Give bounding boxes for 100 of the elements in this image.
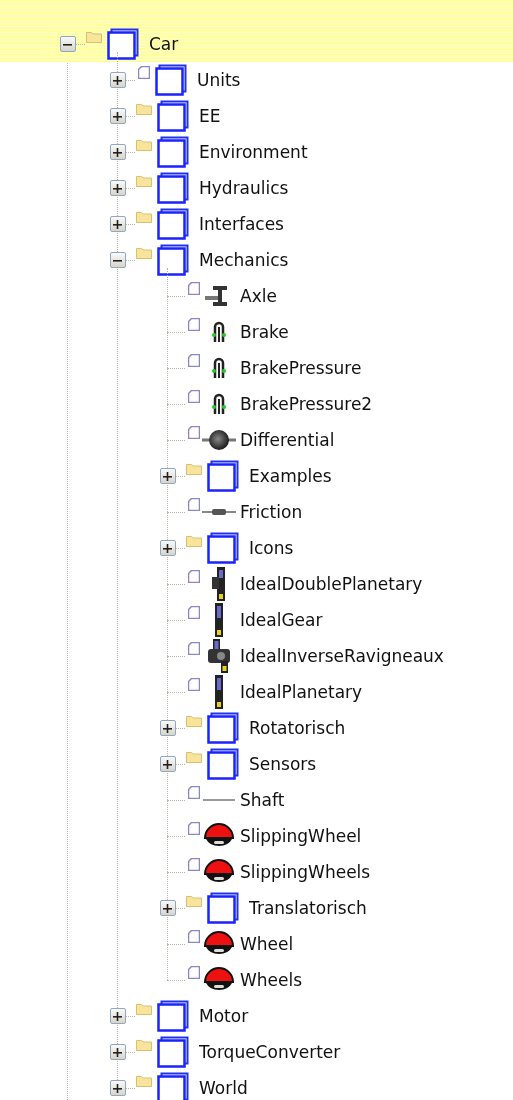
sphere-icon — [202, 428, 236, 452]
tree-row[interactable]: SlippingWheel — [159, 818, 513, 854]
package-icon — [207, 748, 239, 780]
tree-row[interactable]: SlippingWheels — [159, 854, 513, 890]
plus-icon — [163, 759, 172, 769]
tree-row[interactable]: Environment — [109, 134, 513, 170]
expand-toggle[interactable] — [159, 540, 176, 556]
plus-icon — [163, 903, 172, 913]
item-label: Wheel — [240, 934, 294, 954]
item-label: Wheels — [240, 970, 303, 990]
package-icon — [157, 1072, 189, 1100]
tree-row[interactable]: Wheels — [159, 962, 513, 998]
item-label: Hydraulics — [199, 178, 289, 198]
gear-block-icon — [208, 639, 230, 673]
expand-toggle[interactable] — [109, 1044, 126, 1060]
item-label: Motor — [199, 1006, 249, 1026]
package-icon — [207, 712, 239, 744]
item-label: IdealInverseRavigneaux — [240, 646, 444, 666]
item-label: Interfaces — [199, 214, 284, 234]
tree-row[interactable]: Differential — [159, 422, 513, 458]
expand-toggle[interactable] — [159, 720, 176, 736]
package-icon — [207, 532, 239, 564]
expand-toggle[interactable] — [109, 216, 126, 232]
tree-row[interactable]: BrakePressure2 — [159, 386, 513, 422]
gear-bar-icon — [214, 603, 224, 637]
tree-row[interactable]: Units — [109, 62, 513, 98]
item-label: SlippingWheels — [240, 862, 371, 882]
package-icon — [157, 208, 189, 240]
tree-row[interactable]: Brake — [159, 314, 513, 350]
item-label: Car — [149, 34, 179, 54]
tree-row[interactable]: BrakePressure — [159, 350, 513, 386]
tree-row[interactable]: Wheel — [159, 926, 513, 962]
package-icon — [157, 172, 189, 204]
tree-row[interactable]: Interfaces — [109, 206, 513, 242]
package-icon — [157, 100, 189, 132]
item-label: Mechanics — [199, 250, 289, 270]
item-label: Differential — [240, 430, 335, 450]
tree-row[interactable]: Rotatorisch — [159, 710, 513, 746]
brake-icon — [212, 393, 226, 415]
item-label: Axle — [240, 286, 277, 306]
friction-icon — [202, 507, 236, 517]
item-label: IdealDoublePlanetary — [240, 574, 423, 594]
item-label: BrakePressure2 — [240, 394, 373, 414]
collapse-toggle[interactable] — [109, 252, 126, 268]
item-label: Environment — [199, 142, 308, 162]
expand-toggle[interactable] — [159, 468, 176, 484]
package-icon — [207, 892, 239, 924]
tree-row[interactable]: Car — [0, 0, 513, 62]
plus-icon — [113, 75, 122, 85]
tree-row[interactable]: IdealGear — [159, 602, 513, 638]
tree-row[interactable]: World — [109, 1070, 513, 1100]
tree-row[interactable]: Mechanics — [109, 242, 513, 278]
tree-row[interactable]: TorqueConverter — [109, 1034, 513, 1070]
plus-icon — [163, 543, 172, 553]
package-icon — [207, 460, 239, 492]
expand-toggle[interactable] — [109, 1080, 126, 1096]
brake-icon — [212, 321, 226, 343]
tree-row[interactable]: Examples — [159, 458, 513, 494]
tree-row[interactable]: EE — [109, 98, 513, 134]
tree-row[interactable]: IdealDoublePlanetary — [159, 566, 513, 602]
item-label: Brake — [240, 322, 289, 342]
tree-row[interactable]: Sensors — [159, 746, 513, 782]
item-label: Units — [197, 70, 241, 90]
tree-row[interactable]: Translatorisch — [159, 890, 513, 926]
expand-toggle[interactable] — [109, 144, 126, 160]
plus-icon — [163, 471, 172, 481]
item-label: IdealPlanetary — [240, 682, 363, 702]
tree-row[interactable]: Axle — [159, 278, 513, 314]
tree-row[interactable]: Hydraulics — [109, 170, 513, 206]
tree-row[interactable]: Friction — [159, 494, 513, 530]
tree-row[interactable]: Icons — [159, 530, 513, 566]
shaft-icon — [203, 798, 235, 802]
tree-row[interactable]: IdealInverseRavigneaux — [159, 638, 513, 674]
item-label: World — [199, 1078, 248, 1098]
collapse-toggle[interactable] — [59, 36, 76, 52]
tree-row[interactable]: Shaft — [159, 782, 513, 818]
plus-icon — [113, 147, 122, 157]
gear-bar-icon — [214, 675, 224, 709]
package-icon — [157, 1000, 189, 1032]
expand-toggle[interactable] — [109, 72, 126, 88]
package-icon — [107, 28, 139, 60]
tree-row[interactable]: IdealPlanetary — [159, 674, 513, 710]
tree-row[interactable]: Motor — [109, 998, 513, 1034]
expand-toggle[interactable] — [109, 108, 126, 124]
package-icon — [157, 136, 189, 168]
expand-toggle[interactable] — [159, 756, 176, 772]
expand-toggle[interactable] — [109, 180, 126, 196]
plus-icon — [113, 183, 122, 193]
item-label: Examples — [249, 466, 332, 486]
item-label: TorqueConverter — [199, 1042, 341, 1062]
item-label: Rotatorisch — [249, 718, 346, 738]
item-label: Shaft — [240, 790, 285, 810]
item-label: EE — [199, 106, 221, 126]
expand-toggle[interactable] — [159, 900, 176, 916]
plus-icon — [163, 723, 172, 733]
item-label: SlippingWheel — [240, 826, 362, 846]
item-label: BrakePressure — [240, 358, 362, 378]
expand-toggle[interactable] — [109, 1008, 126, 1024]
item-label: IdealGear — [240, 610, 323, 630]
plus-icon — [113, 1011, 122, 1021]
